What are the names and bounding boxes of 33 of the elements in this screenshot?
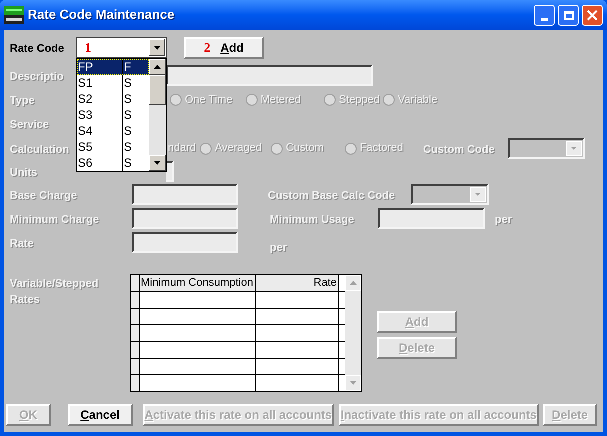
minimize-button[interactable]: [534, 4, 555, 26]
field-label: Rate Code: [10, 42, 64, 54]
scroll-up-icon[interactable]: [154, 65, 161, 69]
scroll-thumb[interactable]: [149, 75, 166, 105]
custom-base-calc-code-combo[interactable]: [411, 184, 489, 205]
list-item[interactable]: S5 S: [77, 139, 149, 155]
units-combo[interactable]: [166, 161, 174, 182]
description-field[interactable]: [166, 65, 373, 86]
maximize-button[interactable]: [558, 4, 579, 26]
dropdown-arrow-icon: [154, 46, 160, 50]
rate-field[interactable]: [132, 232, 238, 253]
list-item[interactable]: FP F: [77, 59, 149, 75]
scroll-down-icon[interactable]: [154, 161, 161, 165]
button[interactable]: Cancel: [68, 404, 133, 426]
column-header: Rate: [256, 275, 339, 291]
list-item[interactable]: S6 S: [77, 155, 149, 171]
add-button[interactable]: 2 Add: [184, 36, 264, 58]
custom-code-combo[interactable]: [508, 138, 585, 159]
list-item[interactable]: S4 S: [77, 123, 149, 139]
list-item[interactable]: S3 S: [77, 107, 149, 123]
column-header: Minimum Consumption: [140, 275, 256, 291]
minimum-charge-field[interactable]: [132, 208, 238, 229]
close-icon: [587, 10, 598, 20]
base-charge-field[interactable]: [132, 184, 238, 205]
app-icon: [4, 6, 24, 24]
minimum-usage-field[interactable]: [378, 208, 485, 229]
list-item[interactable]: S2 S: [77, 91, 149, 107]
scrollbar[interactable]: [149, 59, 166, 171]
list-item[interactable]: S1 S: [77, 75, 149, 91]
close-button[interactable]: [582, 4, 603, 26]
step-marker: 1: [85, 38, 92, 57]
window-title: Rate Code Maintenance: [28, 6, 175, 24]
rate-code-combo[interactable]: 1: [76, 37, 167, 58]
